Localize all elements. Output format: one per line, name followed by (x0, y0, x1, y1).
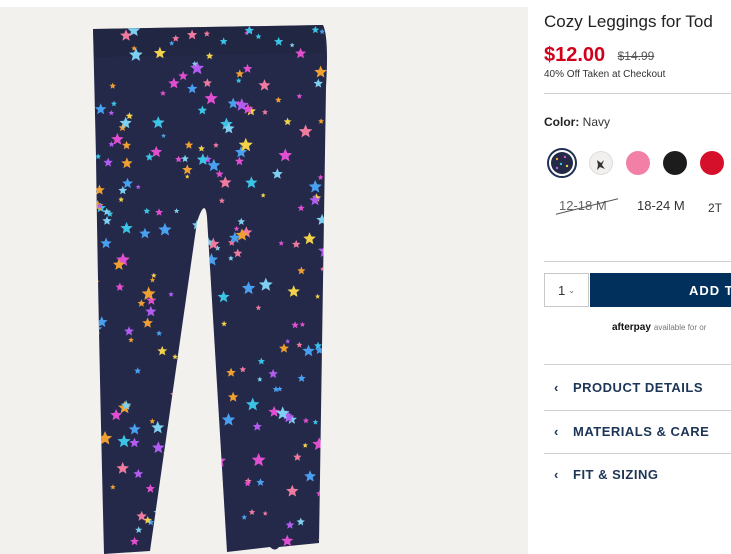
accordion-label: PRODUCT DETAILS (573, 380, 704, 395)
quantity-select[interactable]: 1 ⌄ (544, 273, 589, 307)
swatch-black[interactable] (663, 151, 687, 175)
star-print-icon (200, 450, 211, 460)
divider (544, 261, 731, 262)
star-print-icon (195, 409, 204, 417)
afterpay-logo: afterpay (612, 322, 651, 333)
star-print-icon (188, 370, 203, 384)
star-print-icon (154, 523, 160, 529)
color-selection: Color: Navy (544, 115, 610, 129)
afterpay-info: afterpay available for or (612, 322, 706, 333)
star-print-icon (205, 317, 212, 324)
product-info-panel: Cozy Leggings for Tod $12.00 $14.99 40% … (544, 0, 731, 554)
chevron-down-icon: ⌄ (568, 285, 575, 295)
star-print-icon (207, 492, 222, 506)
add-to-bag-button[interactable]: ADD T (590, 273, 731, 307)
star-print-icon (318, 536, 326, 544)
chevron-left-icon: ‹ (554, 467, 559, 482)
star-print-icon (216, 538, 227, 549)
star-print-icon (203, 242, 209, 247)
star-print-icon (188, 307, 196, 314)
star-print-icon (153, 523, 163, 533)
product-image[interactable] (0, 7, 528, 554)
divider (544, 410, 731, 411)
star-print-icon (192, 460, 202, 469)
price-row: $12.00 $14.99 (544, 44, 654, 67)
divider (544, 364, 731, 365)
star-print-icon (194, 473, 204, 482)
star-print-icon (93, 532, 102, 543)
star-print-icon (195, 289, 201, 295)
star-print-icon (160, 495, 172, 506)
divider (544, 93, 731, 94)
accordion-label: FIT & SIZING (573, 467, 659, 482)
star-print-icon (188, 387, 201, 399)
size-12-18m[interactable]: 12-18 M (559, 198, 607, 213)
star-print-icon (200, 365, 211, 375)
quantity-value: 1 (558, 282, 566, 298)
size-18-24m[interactable]: 18-24 M (637, 198, 685, 213)
star-print-icon (201, 402, 209, 410)
accordion-label: MATERIALS & CARE (573, 424, 710, 439)
promo-text: 40% Off Taken at Checkout (544, 69, 666, 80)
color-label: Color: (544, 115, 580, 129)
size-options: 12-18 M 18-24 M 2T (544, 196, 731, 218)
star-print-icon (198, 301, 210, 313)
star-print-icon (196, 505, 208, 517)
star-print-icon (181, 477, 193, 489)
afterpay-text: available for or (653, 323, 707, 332)
swatch-red[interactable] (700, 151, 724, 175)
star-print-icon (214, 516, 221, 522)
sale-price: $12.00 (544, 44, 606, 66)
star-print-icon (194, 524, 208, 538)
swatch-white-print[interactable] (589, 151, 613, 175)
chevron-left-icon: ‹ (554, 380, 559, 395)
color-value: Navy (582, 115, 611, 129)
star-print-icon (191, 504, 198, 511)
star-print-icon (204, 388, 217, 400)
star-print-icon (195, 477, 206, 487)
color-swatches (547, 148, 731, 180)
swatch-navy-stars-fill (551, 152, 573, 174)
divider (544, 453, 731, 454)
chevron-left-icon: ‹ (554, 424, 559, 439)
accordion-materials-care[interactable]: ‹ MATERIALS & CARE (554, 424, 709, 439)
star-print-icon (195, 312, 201, 317)
print-pattern-icon (597, 160, 605, 170)
swatch-pink[interactable] (626, 151, 650, 175)
original-price: $14.99 (617, 48, 655, 63)
star-print-icon (170, 480, 183, 492)
size-2t[interactable]: 2T (708, 201, 722, 215)
star-print-icon (176, 502, 189, 514)
star-print-icon (184, 304, 193, 313)
star-print-icon (194, 309, 208, 323)
star-print-icon (186, 309, 198, 320)
leggings-illustration (93, 25, 327, 554)
product-title: Cozy Leggings for Tod (544, 12, 713, 31)
star-pattern-icon (555, 155, 569, 170)
star-print-icon (160, 545, 166, 551)
star-print-icon (207, 418, 218, 428)
swatch-navy-stars[interactable] (547, 148, 577, 178)
accordion-product-details[interactable]: ‹ PRODUCT DETAILS (554, 380, 703, 395)
accordion-fit-sizing[interactable]: ‹ FIT & SIZING (554, 467, 658, 482)
star-print-icon (199, 531, 213, 544)
star-print-icon (199, 253, 208, 262)
